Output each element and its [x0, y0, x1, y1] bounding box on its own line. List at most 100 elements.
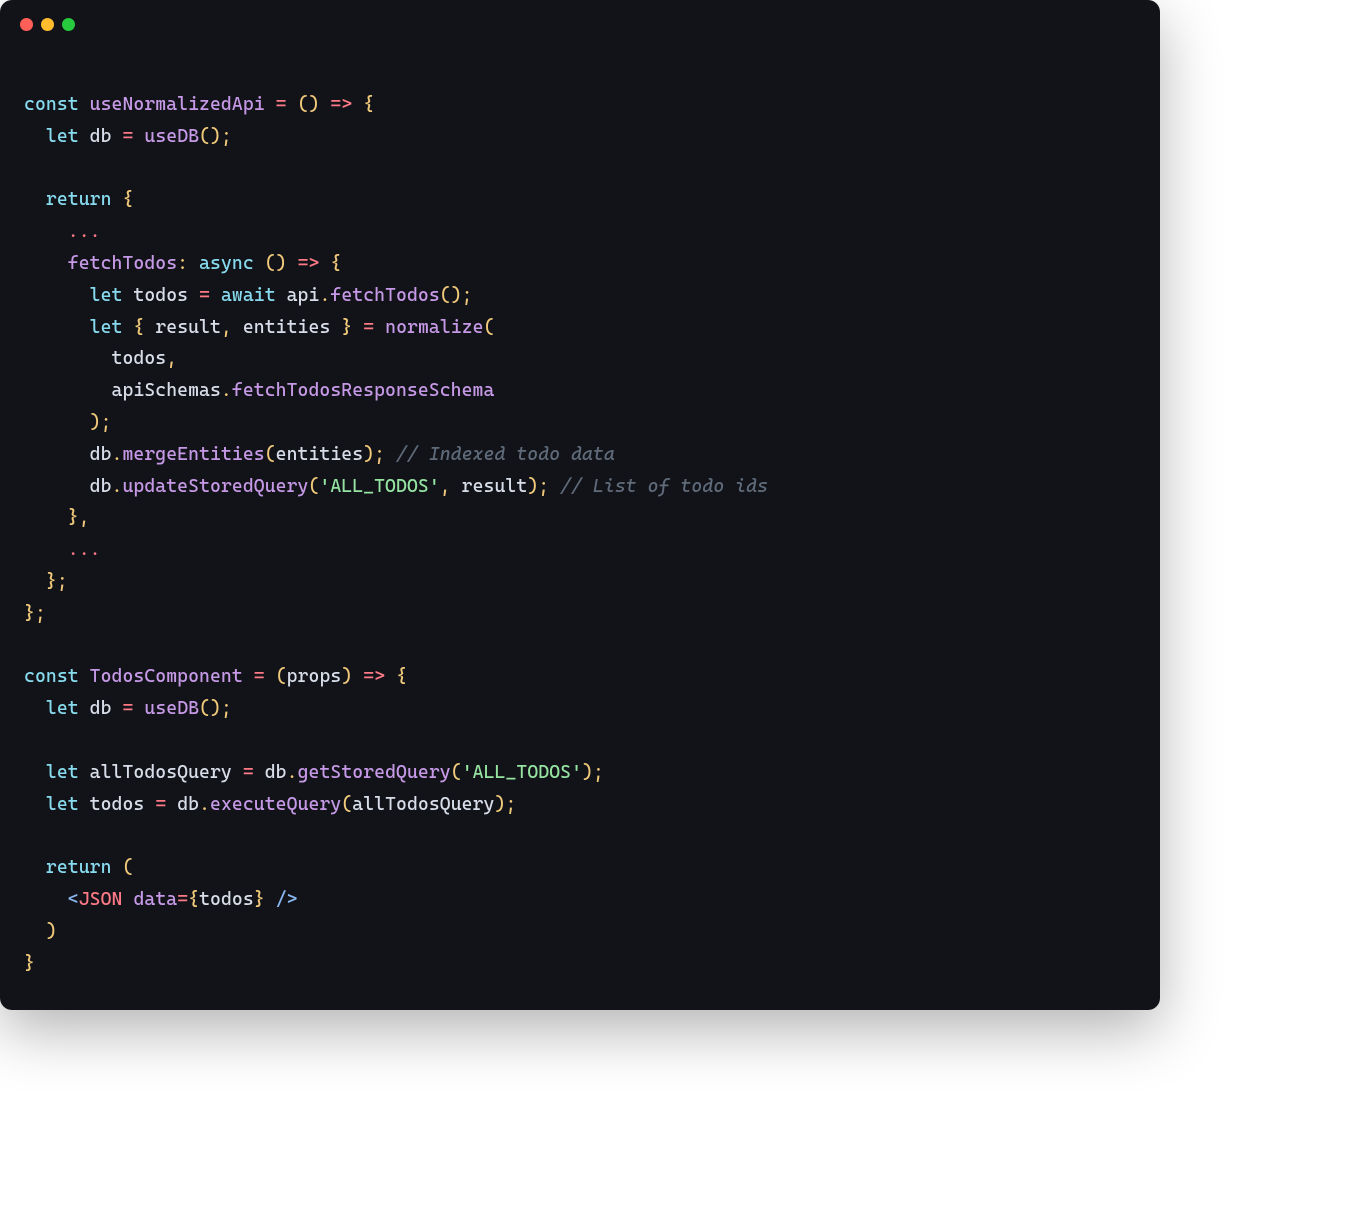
- window-titlebar: [0, 0, 1160, 37]
- token-str: 'ALL_TODOS': [319, 476, 439, 497]
- code-line: ...: [24, 534, 1136, 566]
- code-line: ): [24, 916, 1136, 948]
- code-line: let db = useDB();: [24, 121, 1136, 153]
- code-line: db.mergeEntities(entities); // Indexed t…: [24, 439, 1136, 471]
- token-id: [352, 317, 363, 338]
- token-pn: );: [527, 476, 549, 497]
- token-pn: {: [188, 889, 199, 910]
- token-id: [79, 666, 90, 687]
- token-kw: let: [46, 794, 79, 815]
- token-id: result: [451, 476, 528, 497]
- token-pn: }: [341, 317, 352, 338]
- zoom-icon[interactable]: [62, 18, 75, 31]
- token-id: [24, 857, 46, 878]
- code-line: [24, 152, 1136, 184]
- token-kw: const: [24, 94, 79, 115]
- token-kw: return: [46, 189, 112, 210]
- code-line: let { result, entities } = normalize(: [24, 312, 1136, 344]
- code-line: },: [24, 502, 1136, 534]
- code-line: return (: [24, 852, 1136, 884]
- token-id: [24, 921, 46, 942]
- code-block: const useNormalizedApi = () => { let db …: [0, 37, 1160, 1010]
- token-id: db: [254, 762, 287, 783]
- token-id: [24, 698, 46, 719]
- token-id: todos: [79, 794, 156, 815]
- token-fn: fetchTodos: [330, 285, 439, 306]
- token-fn: updateStoredQuery: [122, 476, 308, 497]
- token-fn: useDB: [144, 698, 199, 719]
- token-kw: let: [46, 698, 79, 719]
- token-pn: {: [396, 666, 407, 687]
- token-pn: .: [199, 794, 210, 815]
- token-pn: .: [112, 444, 123, 465]
- code-line: fetchTodos: async () => {: [24, 248, 1136, 280]
- token-id: [254, 253, 265, 274]
- token-fn: TodosComponent: [90, 666, 243, 687]
- token-id: [352, 666, 363, 687]
- token-id: [122, 889, 133, 910]
- token-fn: useDB: [144, 126, 199, 147]
- token-pn: (): [265, 253, 287, 274]
- token-id: apiSchemas: [24, 380, 221, 401]
- code-line: }: [24, 948, 1136, 980]
- token-fn: useNormalizedApi: [90, 94, 265, 115]
- token-pn: };: [46, 571, 68, 592]
- token-op: =: [199, 285, 210, 306]
- token-id: [24, 317, 90, 338]
- token-kw: let: [46, 762, 79, 783]
- token-kw: let: [46, 126, 79, 147]
- code-line: [24, 57, 1136, 89]
- token-kw: const: [24, 666, 79, 687]
- token-id: [243, 666, 254, 687]
- token-id: [385, 666, 396, 687]
- token-pn: ,: [440, 476, 451, 497]
- token-id: [319, 94, 330, 115]
- code-window: const useNormalizedApi = () => { let db …: [0, 0, 1160, 1010]
- token-id: allTodosQuery: [79, 762, 243, 783]
- token-pn: (: [341, 794, 352, 815]
- token-op: =: [276, 94, 287, 115]
- minimize-icon[interactable]: [41, 18, 54, 31]
- token-op: ...: [68, 221, 101, 242]
- token-id: [265, 889, 276, 910]
- token-pn: {: [363, 94, 374, 115]
- token-id: [112, 857, 123, 878]
- token-op: =: [177, 889, 188, 910]
- token-str: 'ALL_TODOS': [462, 762, 582, 783]
- token-id: [385, 444, 396, 465]
- token-pn: {: [122, 189, 133, 210]
- code-line: todos,: [24, 343, 1136, 375]
- code-line: let todos = db.executeQuery(allTodosQuer…: [24, 789, 1136, 821]
- token-pn: {: [133, 317, 144, 338]
- token-id: [24, 126, 46, 147]
- token-id: [24, 285, 90, 306]
- token-op: =: [243, 762, 254, 783]
- token-pn: );: [582, 762, 604, 783]
- token-id: todos: [24, 348, 166, 369]
- code-line: const useNormalizedApi = () => {: [24, 89, 1136, 121]
- token-id: [210, 285, 221, 306]
- token-pn: };: [24, 603, 46, 624]
- token-id: todos: [199, 889, 254, 910]
- code-line: };: [24, 566, 1136, 598]
- token-fn: normalize: [385, 317, 483, 338]
- close-icon[interactable]: [20, 18, 33, 31]
- token-fn: executeQuery: [210, 794, 341, 815]
- token-tag: JSON: [79, 889, 123, 910]
- code-line: ...: [24, 216, 1136, 248]
- token-id: db: [79, 698, 123, 719]
- token-pn: (: [484, 317, 495, 338]
- code-line: const TodosComponent = (props) => {: [24, 661, 1136, 693]
- token-id: allTodosQuery: [352, 794, 494, 815]
- token-id: db: [24, 444, 112, 465]
- token-pn: (: [276, 666, 287, 687]
- token-id: [287, 253, 298, 274]
- token-id: [133, 126, 144, 147]
- token-id: [374, 317, 385, 338]
- code-line: [24, 630, 1136, 662]
- token-id: props: [287, 666, 342, 687]
- token-id: [24, 189, 46, 210]
- token-id: [24, 507, 68, 528]
- token-id: [24, 221, 68, 242]
- code-line: apiSchemas.fetchTodosResponseSchema: [24, 375, 1136, 407]
